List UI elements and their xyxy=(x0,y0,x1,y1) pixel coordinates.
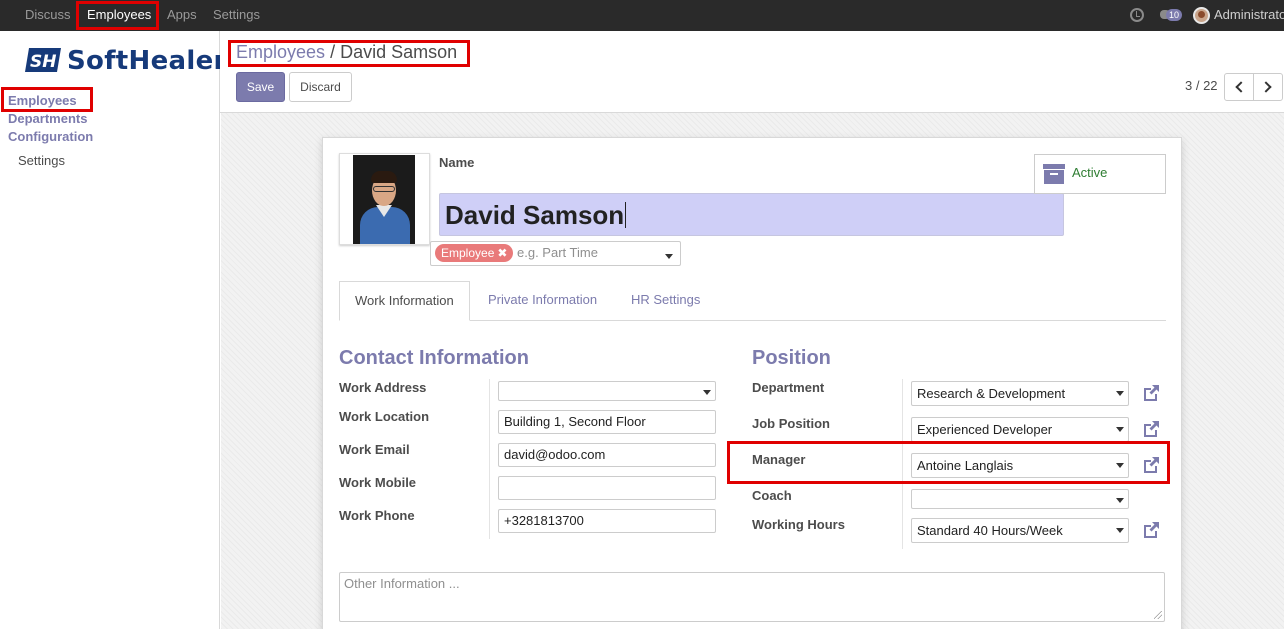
other-information-textarea[interactable]: Other Information ... xyxy=(339,572,1165,622)
pager-value[interactable]: 3 / 22 xyxy=(1185,78,1218,93)
working-hours-select[interactable]: Standard 40 Hours/Week xyxy=(911,518,1129,543)
external-link-icon[interactable] xyxy=(1141,456,1161,474)
job-position-select[interactable]: Experienced Developer xyxy=(911,417,1129,442)
messages-icon[interactable]: 10 xyxy=(1160,9,1183,22)
softhealer-logo-mark: SH xyxy=(25,48,61,72)
sidebar-item-employees[interactable]: Employees xyxy=(8,93,77,108)
position-separator xyxy=(902,379,903,549)
menu-settings[interactable]: Settings xyxy=(205,0,268,31)
coach-label: Coach xyxy=(752,488,792,503)
dropdown-caret-icon xyxy=(1116,463,1124,468)
contact-information-title: Contact Information xyxy=(339,347,529,369)
sidebar-item-settings[interactable]: Settings xyxy=(18,153,65,168)
work-address-select[interactable] xyxy=(498,381,716,401)
logo-wordmark: SoftHealer xyxy=(67,46,227,76)
discard-button[interactable]: Discard xyxy=(289,72,352,102)
work-location-label: Work Location xyxy=(339,409,430,424)
archive-icon xyxy=(1043,164,1065,184)
breadcrumb-parent[interactable]: Employees xyxy=(236,42,325,62)
manager-label: Manager xyxy=(752,452,806,467)
dropdown-caret-icon xyxy=(703,390,711,395)
top-navbar: Discuss Employees Apps Settings 10 Admin… xyxy=(0,0,1284,31)
dropdown-caret-icon xyxy=(1116,498,1124,503)
save-button[interactable]: Save xyxy=(236,72,285,102)
tag-employee: Employee ✖ xyxy=(435,244,514,262)
svg-text:SH: SH xyxy=(30,52,56,72)
menu-apps[interactable]: Apps xyxy=(159,0,205,31)
menu-employees[interactable]: Employees xyxy=(79,0,159,31)
work-mobile-input[interactable] xyxy=(498,476,716,500)
user-menu[interactable]: Administrator xyxy=(1214,0,1284,30)
work-address-label: Work Address xyxy=(339,380,427,395)
work-location-input[interactable]: Building 1, Second Floor xyxy=(498,410,716,434)
tags-placeholder: e.g. Part Time xyxy=(517,245,598,260)
chevron-left-icon xyxy=(1235,81,1247,93)
breadcrumb-separator: / xyxy=(330,42,336,62)
job-position-label: Job Position xyxy=(752,416,830,431)
department-label: Department xyxy=(752,380,825,395)
messages-count-badge: 10 xyxy=(1166,9,1183,21)
tab-hr-settings[interactable]: HR Settings xyxy=(616,281,715,321)
breadcrumb-current: David Samson xyxy=(340,42,458,62)
active-toggle-button[interactable]: Active xyxy=(1034,154,1166,194)
category-tags-field[interactable]: Employee ✖ e.g. Part Time xyxy=(430,241,681,266)
department-select[interactable]: Research & Development xyxy=(911,381,1129,406)
employee-photo[interactable] xyxy=(339,153,430,245)
sidebar-item-departments[interactable]: Departments xyxy=(8,111,87,126)
work-mobile-label: Work Mobile xyxy=(339,475,417,490)
working-hours-label: Working Hours xyxy=(752,517,845,532)
resize-handle-icon[interactable] xyxy=(1154,611,1162,619)
active-status-label: Active xyxy=(1072,165,1108,180)
work-phone-label: Work Phone xyxy=(339,508,415,523)
tag-remove-icon[interactable]: ✖ xyxy=(497,246,507,260)
tab-private-information[interactable]: Private Information xyxy=(473,281,612,321)
external-link-icon[interactable] xyxy=(1141,384,1161,402)
sidebar-item-configuration[interactable]: Configuration xyxy=(8,129,93,144)
pager-next-button[interactable] xyxy=(1253,73,1283,101)
coach-select[interactable] xyxy=(911,489,1129,509)
dropdown-caret-icon xyxy=(665,254,673,259)
menu-discuss[interactable]: Discuss xyxy=(17,0,79,31)
name-label: Name xyxy=(439,155,475,170)
dropdown-caret-icon xyxy=(1116,528,1124,533)
contact-separator xyxy=(489,379,490,539)
pager-previous-button[interactable] xyxy=(1224,73,1254,101)
manager-select[interactable]: Antoine Langlais xyxy=(911,453,1129,478)
work-email-input[interactable]: david@odoo.com xyxy=(498,443,716,467)
employee-name-input[interactable]: David Samson xyxy=(439,193,1064,236)
work-phone-input[interactable]: +3281813700 xyxy=(498,509,716,533)
position-title: Position xyxy=(752,347,831,369)
tab-work-information[interactable]: Work Information xyxy=(339,281,470,321)
activity-clock-icon[interactable] xyxy=(1130,8,1144,22)
chevron-right-icon xyxy=(1260,81,1272,93)
external-link-icon[interactable] xyxy=(1141,420,1161,438)
dropdown-caret-icon xyxy=(1116,391,1124,396)
user-avatar[interactable] xyxy=(1193,7,1210,24)
external-link-icon[interactable] xyxy=(1141,521,1161,539)
breadcrumb: Employees / David Samson xyxy=(236,42,457,63)
dropdown-caret-icon xyxy=(1116,427,1124,432)
work-email-label: Work Email xyxy=(339,442,410,457)
